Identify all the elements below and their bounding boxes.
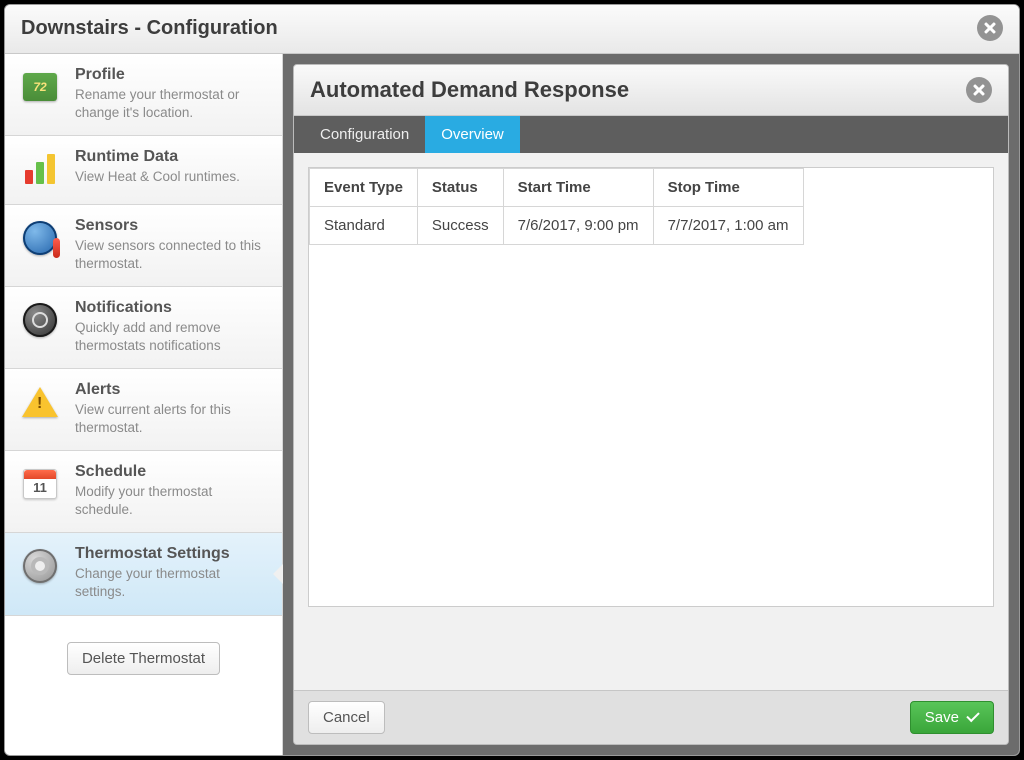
cell-status: Success — [417, 207, 503, 245]
cell-event-type: Standard — [310, 207, 418, 245]
sidebar-item-schedule[interactable]: Schedule Modify your thermostat schedule… — [5, 451, 282, 533]
col-event-type: Event Type — [310, 169, 418, 207]
sidebar: Profile Rename your thermostat or change… — [5, 54, 283, 755]
config-modal: Downstairs - Configuration Profile Renam… — [4, 4, 1020, 756]
sidebar-footer: Delete Thermostat — [5, 616, 282, 695]
cell-stop-time: 7/7/2017, 1:00 am — [653, 207, 803, 245]
modal-title: Downstairs - Configuration — [21, 17, 278, 40]
gauge-icon — [19, 217, 61, 259]
cancel-button[interactable]: Cancel — [308, 701, 385, 734]
sidebar-item-runtime-data[interactable]: Runtime Data View Heat & Cool runtimes. — [5, 136, 282, 205]
save-button[interactable]: Save — [910, 701, 994, 734]
panel-header: Automated Demand Response — [294, 65, 1008, 116]
sidebar-item-title: Alerts — [75, 381, 268, 399]
gear-icon — [19, 545, 61, 587]
sidebar-item-desc: Change your thermostat settings. — [75, 565, 268, 600]
tab-overview[interactable]: Overview — [425, 116, 520, 153]
sidebar-item-notifications[interactable]: Notifications Quickly add and remove the… — [5, 287, 282, 369]
col-status: Status — [417, 169, 503, 207]
calendar-icon — [19, 463, 61, 505]
sidebar-item-desc: Quickly add and remove thermostats notif… — [75, 319, 268, 354]
sidebar-item-desc: View Heat & Cool runtimes. — [75, 168, 240, 186]
sidebar-item-profile[interactable]: Profile Rename your thermostat or change… — [5, 54, 282, 136]
sidebar-item-sensors[interactable]: Sensors View sensors connected to this t… — [5, 205, 282, 287]
modal-header: Downstairs - Configuration — [5, 5, 1019, 54]
modal-body: Profile Rename your thermostat or change… — [5, 54, 1019, 755]
thermostat-icon — [19, 66, 61, 108]
table-row: Standard Success 7/6/2017, 9:00 pm 7/7/2… — [310, 207, 804, 245]
tab-configuration[interactable]: Configuration — [304, 116, 425, 153]
events-table: Event Type Status Start Time Stop Time S… — [309, 168, 804, 245]
col-stop-time: Stop Time — [653, 169, 803, 207]
compass-icon — [19, 299, 61, 341]
events-table-wrap: Event Type Status Start Time Stop Time S… — [308, 167, 994, 607]
cell-start-time: 7/6/2017, 9:00 pm — [503, 207, 653, 245]
sidebar-item-desc: Rename your thermostat or change it's lo… — [75, 86, 268, 121]
sidebar-item-title: Runtime Data — [75, 148, 240, 166]
sidebar-item-desc: View sensors connected to this thermosta… — [75, 237, 268, 272]
panel-title: Automated Demand Response — [310, 77, 629, 103]
panel-footer: Cancel Save — [294, 690, 1008, 744]
adr-panel: Automated Demand Response Configuration … — [293, 64, 1009, 745]
save-button-label: Save — [925, 709, 959, 726]
sidebar-item-title: Notifications — [75, 299, 268, 317]
close-icon[interactable] — [966, 77, 992, 103]
main-area: Automated Demand Response Configuration … — [283, 54, 1019, 755]
sidebar-item-desc: View current alerts for this thermostat. — [75, 401, 268, 436]
warning-icon — [19, 381, 61, 423]
check-icon — [966, 709, 979, 722]
sidebar-item-thermostat-settings[interactable]: Thermostat Settings Change your thermost… — [5, 533, 282, 615]
sidebar-item-title: Profile — [75, 66, 268, 84]
close-icon[interactable] — [977, 15, 1003, 41]
sidebar-item-title: Schedule — [75, 463, 268, 481]
sidebar-item-title: Thermostat Settings — [75, 545, 268, 563]
sidebar-item-desc: Modify your thermostat schedule. — [75, 483, 268, 518]
bar-chart-icon — [19, 148, 61, 190]
sidebar-item-title: Sensors — [75, 217, 268, 235]
panel-tabs: Configuration Overview — [294, 116, 1008, 153]
sidebar-item-alerts[interactable]: Alerts View current alerts for this ther… — [5, 369, 282, 451]
delete-thermostat-button[interactable]: Delete Thermostat — [67, 642, 220, 675]
table-header-row: Event Type Status Start Time Stop Time — [310, 169, 804, 207]
panel-body: Event Type Status Start Time Stop Time S… — [294, 153, 1008, 690]
col-start-time: Start Time — [503, 169, 653, 207]
